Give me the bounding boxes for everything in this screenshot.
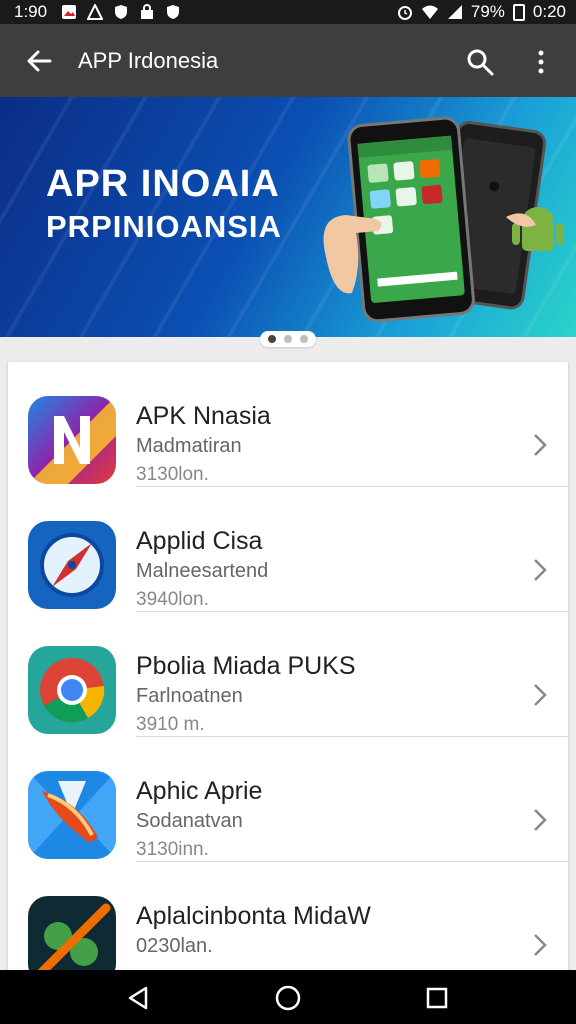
app-size: 3130lon. <box>136 464 209 485</box>
signal-icon <box>447 5 462 19</box>
app-size: 3130inn. <box>136 839 209 860</box>
app-category: 0230lan. <box>136 935 213 957</box>
lock-icon <box>141 4 154 19</box>
status-right: 79% 0:20 <box>397 0 566 24</box>
app-name: Pbolia Miada PUKS <box>136 652 356 680</box>
promo-banner[interactable]: APR INOAIA PRPINIOANSIA <box>0 97 576 337</box>
page-title: APP Irdonesia <box>78 48 219 73</box>
banner-subheadline: PRPINIOANSIA <box>46 209 282 244</box>
list-item[interactable]: Pbolia Miada PUKS Farlnoatnen 3910 m. <box>8 612 568 737</box>
app-name: Aplalcinbonta MidaW <box>136 902 371 930</box>
home-circle-icon[interactable] <box>274 984 302 1012</box>
battery-percent: 79% <box>470 2 505 21</box>
page-dot-2[interactable] <box>284 335 292 343</box>
banner-page-indicator <box>0 331 576 361</box>
list-item[interactable]: Applid Cisa Malneesartend 3940lon. <box>8 487 568 612</box>
rocket-icon <box>28 771 116 859</box>
arrow-left-icon[interactable] <box>26 48 52 74</box>
compass-icon <box>28 521 116 609</box>
shield-icon <box>167 5 180 19</box>
list-item[interactable]: Aplalcinbonta MidaW 0230lan. <box>8 862 568 987</box>
wifi-icon <box>421 5 438 19</box>
phones-illustration <box>323 116 564 323</box>
alarm-icon <box>397 6 412 20</box>
app-bar: APP Irdonesia <box>0 24 576 97</box>
chevron-right-icon <box>534 434 547 456</box>
page-dot-1[interactable] <box>268 335 276 343</box>
app-size: 3910 m. <box>136 714 205 735</box>
chevron-right-icon <box>534 809 547 831</box>
app-category: Malneesartend <box>136 560 269 582</box>
status-bar: 1:90 79% 0:20 <box>0 0 576 24</box>
app-size: 3940lon. <box>136 589 209 610</box>
app-category: Farlnoatnen <box>136 685 243 707</box>
status-clock: 0:20 <box>532 2 566 21</box>
app-list: APK Nnasia Madmatiran 3130lon. Applid Ci… <box>8 362 568 1002</box>
chevron-right-icon <box>534 559 547 581</box>
app-name: APK Nnasia <box>136 402 271 430</box>
battery-icon <box>512 3 525 21</box>
app-category: Sodanatvan <box>136 810 243 832</box>
shield-icon <box>115 5 128 19</box>
chrome-icon <box>28 646 116 734</box>
list-item[interactable]: APK Nnasia Madmatiran 3130lon. <box>8 362 568 487</box>
more-vert-icon[interactable] <box>530 48 552 76</box>
system-nav-bar <box>0 970 576 1024</box>
recents-square-icon[interactable] <box>426 987 448 1009</box>
app-name: Aphic Aprie <box>136 777 263 805</box>
notification-icons <box>61 4 181 20</box>
app-name: Applid Cisa <box>136 527 263 555</box>
back-triangle-icon[interactable] <box>126 986 150 1010</box>
page-dots <box>260 331 316 347</box>
chevron-right-icon <box>534 934 547 956</box>
gradient-n-icon <box>28 396 116 484</box>
app-category: Madmatiran <box>136 435 242 457</box>
warning-icon <box>87 4 104 20</box>
banner-headline: APR INOAIA <box>46 163 280 205</box>
search-icon[interactable] <box>466 48 494 76</box>
status-time: 1:90 <box>14 2 48 21</box>
chevron-right-icon <box>534 684 547 706</box>
photo-icon <box>62 5 77 19</box>
list-item[interactable]: Aphic Aprie Sodanatvan 3130inn. <box>8 737 568 862</box>
page-dot-3[interactable] <box>300 335 308 343</box>
